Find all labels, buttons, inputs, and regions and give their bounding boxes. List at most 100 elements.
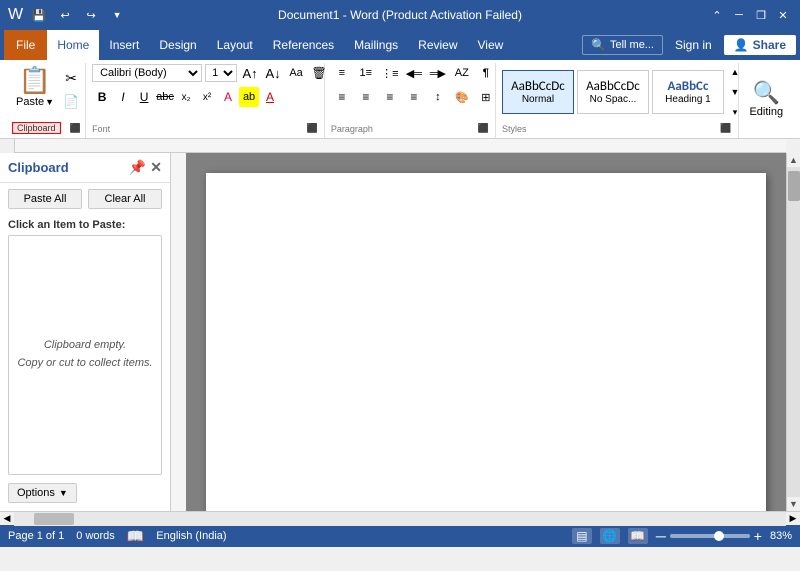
sort-button[interactable]: AZ: [451, 63, 473, 83]
sign-in-button[interactable]: Sign in: [667, 36, 720, 54]
menu-item-review[interactable]: Review: [408, 30, 467, 60]
increase-font-button[interactable]: A↑: [240, 63, 260, 83]
document-page[interactable]: [206, 173, 766, 511]
clipboard-close-icon[interactable]: ✕: [150, 159, 162, 176]
superscript-button[interactable]: x²: [197, 87, 217, 107]
scroll-thumb[interactable]: [788, 171, 800, 201]
underline-button[interactable]: U: [134, 87, 154, 107]
menu-item-mailings[interactable]: Mailings: [344, 30, 408, 60]
save-icon[interactable]: 💾: [29, 5, 49, 25]
styles-group-content: AaBbCcDc Normal AaBbCcDc No Spac... AaBb…: [502, 63, 732, 121]
bullets-button[interactable]: ≡: [331, 63, 353, 83]
multilevel-button[interactable]: ⋮≡: [379, 63, 401, 83]
menu-item-view[interactable]: View: [468, 30, 514, 60]
clipboard-options-button[interactable]: Options ▼: [8, 483, 77, 503]
scroll-track[interactable]: [787, 167, 800, 497]
paste-all-button[interactable]: Paste All: [8, 189, 82, 209]
close-icon[interactable]: ✕: [774, 6, 792, 24]
scroll-right-button[interactable]: ▶: [786, 512, 800, 526]
horizontal-ruler: [15, 139, 786, 153]
font-family-select[interactable]: Calibri (Body): [92, 64, 202, 82]
paragraph-label: Paragraph: [331, 124, 373, 134]
web-layout-button[interactable]: 🌐: [600, 528, 620, 544]
editing-button[interactable]: 🔍 Editing: [743, 76, 789, 122]
align-buttons-row: ≡ ≡ ≡ ≡ ↕ 🎨 ⊞: [331, 87, 497, 107]
ribbon-collapse-icon[interactable]: ⌃: [708, 6, 726, 24]
format-buttons-row: B I U abc x₂ x² A ab A: [92, 87, 280, 107]
format-painter-button[interactable]: ✂: [61, 69, 81, 89]
highlight-button[interactable]: ab: [239, 87, 259, 107]
borders-button[interactable]: ⊞: [475, 87, 497, 107]
zoom-thumb[interactable]: [714, 531, 724, 541]
align-right-button[interactable]: ≡: [379, 87, 401, 107]
menu-item-home[interactable]: Home: [47, 30, 99, 60]
customize-qat-icon[interactable]: ▼: [107, 5, 127, 25]
scroll-left-button[interactable]: ◀: [0, 512, 14, 526]
menu-item-design[interactable]: Design: [149, 30, 206, 60]
proofing-icon[interactable]: 📖: [127, 528, 144, 545]
scroll-up-button[interactable]: ▲: [787, 153, 800, 167]
show-hide-button[interactable]: ¶: [475, 63, 497, 83]
style-normal[interactable]: AaBbCcDc Normal: [502, 70, 574, 114]
h-scroll-track[interactable]: [14, 512, 786, 526]
justify-button[interactable]: ≡: [403, 87, 425, 107]
minimize-icon[interactable]: ─: [730, 6, 748, 24]
decrease-indent-button[interactable]: ◀═: [403, 63, 425, 83]
font-size-select[interactable]: 11: [205, 64, 237, 82]
clear-all-button[interactable]: Clear All: [88, 189, 162, 209]
scroll-down-button[interactable]: ▼: [787, 497, 800, 511]
paragraph-expand-icon[interactable]: ⬛: [478, 123, 489, 134]
shading-button[interactable]: 🎨: [451, 87, 473, 107]
zoom-slider[interactable]: [670, 534, 750, 538]
h-scroll-thumb[interactable]: [34, 513, 74, 525]
menu-item-references[interactable]: References: [263, 30, 344, 60]
italic-button[interactable]: I: [113, 87, 133, 107]
restore-icon[interactable]: ❒: [752, 6, 770, 24]
styles-group: AaBbCcDc Normal AaBbCcDc No Spac... AaBb…: [496, 63, 739, 138]
style-no-spacing[interactable]: AaBbCcDc No Spac...: [577, 70, 649, 114]
print-layout-button[interactable]: ▤: [572, 528, 592, 544]
language: English (India): [156, 530, 226, 542]
decrease-font-button[interactable]: A↓: [263, 63, 283, 83]
document-area[interactable]: [186, 153, 786, 511]
zoom-controls: ─ +: [656, 528, 762, 544]
clipboard-expand-icon[interactable]: ⬛: [70, 123, 81, 134]
bold-button[interactable]: B: [92, 87, 112, 107]
ruler-corner: [0, 139, 15, 153]
subscript-button[interactable]: x₂: [176, 87, 196, 107]
undo-icon[interactable]: ↩: [55, 5, 75, 25]
editing-group: 🔍 Editing: [739, 63, 794, 138]
font-group-label: Font ⬛: [92, 121, 318, 134]
word-count: 0 words: [76, 530, 115, 542]
font-expand-icon[interactable]: ⬛: [307, 123, 318, 134]
document-area-container: ▲ ▼: [171, 153, 800, 511]
clipboard-label: Clipboard: [12, 122, 61, 134]
read-mode-button[interactable]: 📖: [628, 528, 648, 544]
copy-button[interactable]: 📄: [61, 92, 81, 112]
increase-indent-button[interactable]: ═▶: [427, 63, 449, 83]
zoom-out-button[interactable]: ─: [656, 528, 666, 544]
share-button[interactable]: 👤 Share: [724, 35, 796, 55]
change-case-button[interactable]: Aa: [286, 63, 306, 83]
menu-item-layout[interactable]: Layout: [207, 30, 263, 60]
paragraph-group-content: ≡ 1≡ ⋮≡ ◀═ ═▶ AZ ¶ ≡ ≡ ≡ ≡ ↕ 🎨 ⊞: [331, 63, 489, 121]
font-color-button[interactable]: A: [260, 87, 280, 107]
strikethrough-button[interactable]: abc: [155, 87, 175, 107]
numbering-button[interactable]: 1≡: [355, 63, 377, 83]
paste-button[interactable]: 📋 Paste ▼: [12, 63, 58, 110]
window-controls: ⌃ ─ ❒ ✕: [708, 6, 792, 24]
paste-dropdown-icon[interactable]: ▼: [45, 97, 54, 107]
clipboard-panel-header: Clipboard 📌 ✕: [0, 153, 170, 183]
menu-item-insert[interactable]: Insert: [99, 30, 149, 60]
styles-expand-icon[interactable]: ⬛: [720, 123, 731, 134]
style-heading1[interactable]: AaBbCc Heading 1: [652, 70, 724, 114]
redo-icon[interactable]: ↪: [81, 5, 101, 25]
file-menu-button[interactable]: File: [4, 30, 47, 60]
line-spacing-button[interactable]: ↕: [427, 87, 449, 107]
zoom-in-button[interactable]: +: [754, 528, 762, 544]
text-color-button[interactable]: A: [218, 87, 238, 107]
align-center-button[interactable]: ≡: [355, 87, 377, 107]
clipboard-pin-icon[interactable]: 📌: [129, 159, 146, 176]
align-left-button[interactable]: ≡: [331, 87, 353, 107]
tell-me-input[interactable]: 🔍 Tell me...: [582, 35, 663, 55]
